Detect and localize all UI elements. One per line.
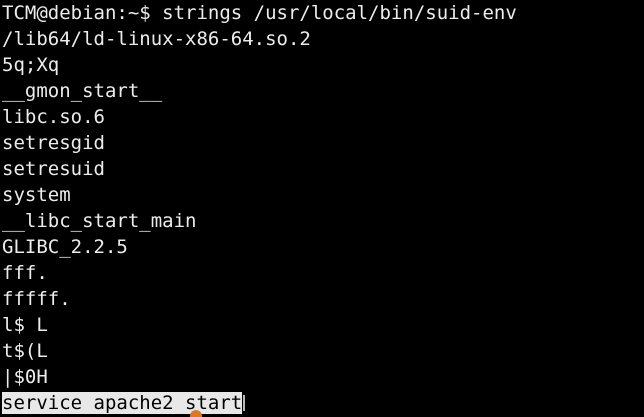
- output-line: setresuid: [2, 158, 105, 180]
- text-selection-highlight[interactable]: service apache2 start: [2, 392, 243, 414]
- shell-prompt: TCM@debian:~$: [2, 2, 163, 24]
- command-text: strings /usr/local/bin/suid-env: [162, 2, 517, 24]
- output-line: setresgid: [2, 132, 105, 154]
- output-line: t$(L: [2, 340, 48, 362]
- text-cursor-icon: [243, 395, 246, 411]
- command-line: TCM@debian:~$ strings /usr/local/bin/sui…: [2, 0, 517, 26]
- orange-accent-marker: [190, 410, 202, 417]
- output-line: l$ L: [2, 314, 48, 336]
- output-line: fff.: [2, 262, 48, 284]
- output-line: |$0H: [2, 366, 48, 388]
- selected-output-line[interactable]: service apache2 start: [2, 390, 517, 416]
- output-line: 5q;Xq: [2, 54, 60, 76]
- terminal-window[interactable]: TCM@debian:~$ strings /usr/local/bin/sui…: [0, 0, 644, 417]
- output-line: /lib64/ld-linux-x86-64.so.2: [2, 28, 311, 50]
- output-line: system: [2, 184, 71, 206]
- output-line: __libc_start_main: [2, 210, 197, 232]
- output-line: libc.so.6: [2, 106, 105, 128]
- output-line: __gmon_start__: [2, 80, 163, 102]
- terminal-output: TCM@debian:~$ strings /usr/local/bin/sui…: [2, 0, 517, 416]
- output-line: fffff.: [2, 288, 71, 310]
- output-line: GLIBC_2.2.5: [2, 236, 128, 258]
